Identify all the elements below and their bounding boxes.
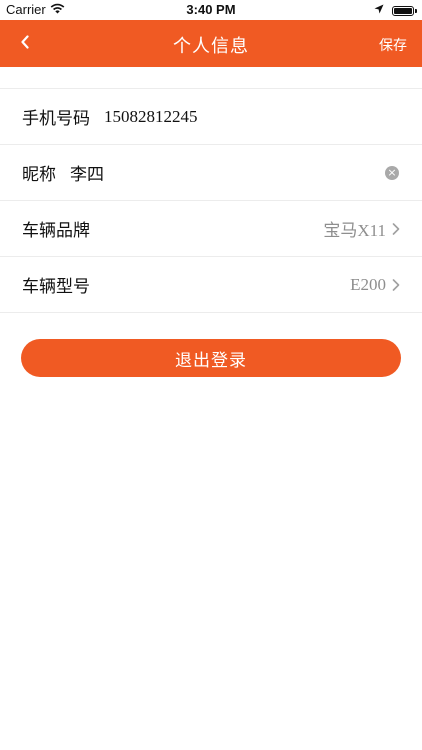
phone-row: 手机号码 15082812245: [0, 89, 422, 145]
brand-right: 宝马X11: [323, 216, 402, 241]
model-value: E200: [350, 274, 386, 294]
battery-icon: [392, 5, 417, 16]
phone-label: 手机号码: [22, 109, 90, 129]
nickname-input[interactable]: 李四: [70, 160, 104, 185]
brand-label: 车辆品牌: [22, 221, 90, 241]
phone-value: 15082812245: [104, 106, 198, 126]
logout-container: 退出登录: [0, 313, 422, 377]
clear-icon[interactable]: ×: [385, 165, 399, 180]
model-right: E200: [350, 275, 402, 295]
location-arrow-icon: [374, 3, 384, 18]
page-title: 个人信息: [173, 36, 249, 57]
brand-value: 宝马X11: [323, 221, 386, 240]
brand-row[interactable]: 车辆品牌 宝马X11: [0, 201, 422, 257]
status-right: [374, 3, 417, 18]
status-bar: Carrier 3:40 PM: [0, 0, 422, 20]
model-label: 车辆型号: [22, 277, 90, 297]
status-time: 3:40 PM: [186, 2, 236, 17]
nav-bar: 个人信息 保存: [0, 20, 422, 67]
nickname-label: 昵称: [22, 165, 56, 185]
nickname-row[interactable]: 昵称 李四 ×: [0, 145, 422, 201]
model-row[interactable]: 车辆型号 E200: [0, 257, 422, 313]
top-spacer: [0, 67, 422, 89]
save-button[interactable]: 保存: [379, 35, 407, 55]
chevron-right-icon: [390, 222, 402, 236]
nickname-right: ×: [385, 165, 402, 180]
chevron-right-icon: [390, 278, 402, 292]
logout-button[interactable]: 退出登录: [21, 339, 401, 377]
